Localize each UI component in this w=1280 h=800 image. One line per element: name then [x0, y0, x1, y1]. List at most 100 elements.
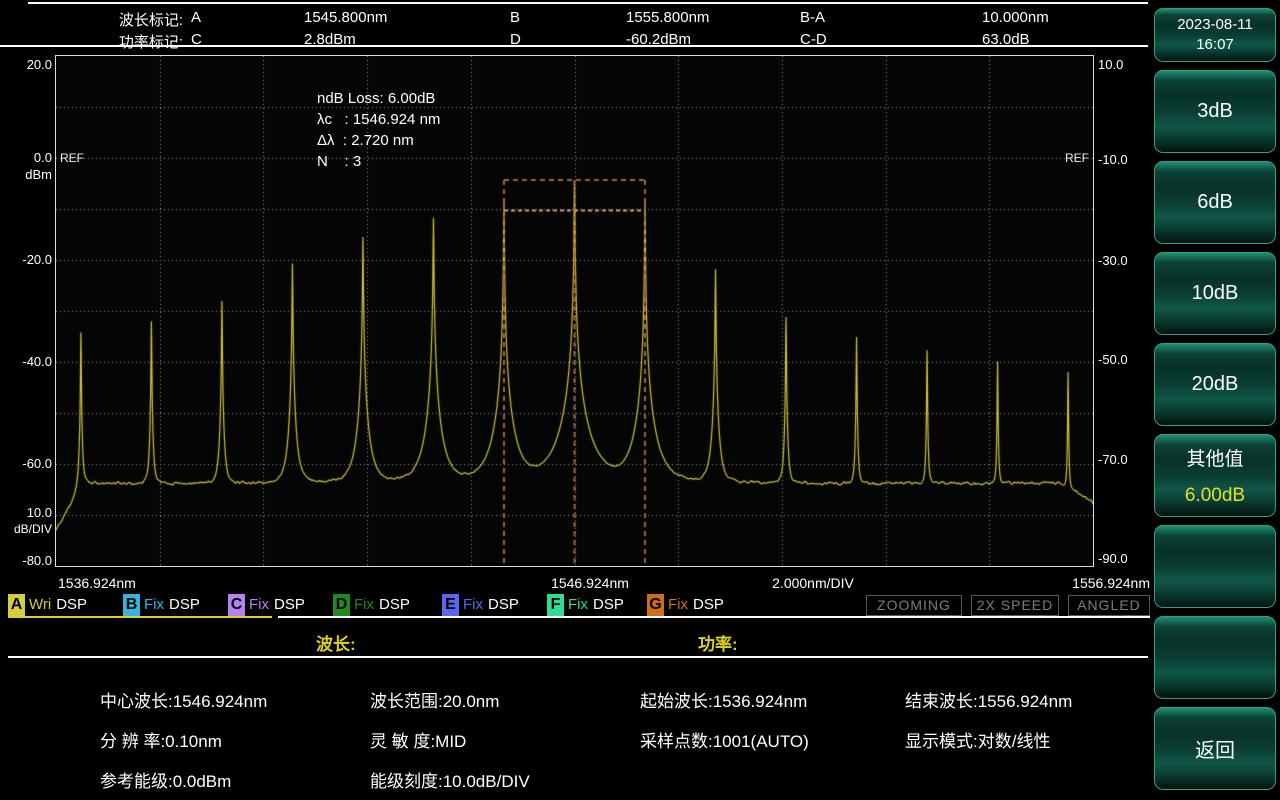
topbar-row1-label: 波长标记:	[118, 12, 183, 29]
softkey-label: 6dB	[1197, 191, 1233, 213]
time-text: 16:07	[1196, 36, 1234, 53]
trace-type-label: DSP	[693, 596, 724, 613]
datetime-display[interactable]: 2023-08-11 16:07	[1154, 8, 1276, 62]
topbar-row1-v2: 1555.800nm	[626, 9, 710, 26]
softkey-back[interactable]: 返回	[1154, 707, 1276, 790]
softkey-other-value[interactable]: 其他值 6.00dB	[1154, 434, 1276, 517]
topbar-row2-m1: C	[191, 31, 202, 48]
left-axis-label: 20.0	[26, 57, 52, 72]
param-readout: 起始波长:1536.924nm	[640, 692, 808, 711]
topbar-row2-m2: D	[510, 31, 521, 48]
trace-letter-badge: F	[547, 593, 564, 616]
param-readout: 能级刻度:10.0dB/DIV	[370, 772, 530, 791]
topbar-row2-v1: 2.8dBm	[304, 31, 356, 48]
ndb-analysis-annotation: ndB Loss: 6.00dB λc : 1546.924 nm Δλ : 2…	[317, 90, 441, 170]
right-axis-label: -50.0	[1098, 352, 1128, 367]
trace-selector-G[interactable]: G Fix DSP	[647, 593, 724, 616]
topbar-top-line	[28, 2, 1148, 4]
softkey-6db[interactable]: 6dB	[1154, 161, 1276, 244]
trace-selector-F[interactable]: F Fix DSP	[547, 593, 624, 616]
wavelength-section-header: 波长:	[316, 635, 356, 654]
softkey-label: 20dB	[1191, 373, 1239, 395]
trace-selector-C[interactable]: C Fix DSP	[228, 593, 305, 616]
topbar-row2-label: 功率标记:	[118, 34, 183, 51]
topbar-row2-m3: C-D	[800, 31, 827, 48]
x-center-label: 1546.924nm	[551, 575, 629, 591]
x-end-label: 1556.924nm	[1072, 575, 1150, 591]
right-axis-label: -10.0	[1098, 152, 1128, 167]
param-readout: 结束波长:1556.924nm	[905, 692, 1073, 711]
left-axis-label: dBm	[25, 167, 52, 182]
trace-selector-A[interactable]: A Wri DSP	[8, 593, 87, 616]
left-axis-label: 0.0	[33, 150, 52, 165]
topbar-row1-v1: 1545.800nm	[304, 9, 388, 26]
left-axis-label: -80.0	[22, 553, 52, 568]
trace-type-label: DSP	[488, 596, 519, 613]
trace-mode-label: Fix	[568, 596, 588, 613]
trace-mode-label: Wri	[29, 596, 52, 613]
right-axis-label: -70.0	[1098, 452, 1128, 467]
power-section-header: 功率:	[698, 635, 738, 654]
left-axis-label: 10.0	[26, 505, 52, 520]
softkey-10db[interactable]: 10dB	[1154, 252, 1276, 335]
topbar-row2-v2: -60.2dBm	[626, 31, 692, 48]
trace-letter-badge: D	[333, 593, 350, 616]
trace-mode-label: Fix	[668, 596, 688, 613]
trace-type-label: DSP	[593, 596, 624, 613]
trace-selector-D[interactable]: D Fix DSP	[333, 593, 410, 616]
param-readout: 波长范围:20.0nm	[370, 692, 500, 711]
status-button-zooming[interactable]: ZOOMING	[866, 595, 962, 616]
trace-letter-badge: E	[442, 593, 459, 616]
left-axis-label: -20.0	[22, 252, 52, 267]
trace-selector-E[interactable]: E Fix DSP	[442, 593, 519, 616]
trace-type-label: DSP	[56, 596, 88, 613]
right-axis-label: -30.0	[1098, 253, 1128, 268]
topbar-row1-v3: 10.000nm	[982, 9, 1049, 26]
spectrum-plot	[55, 55, 1094, 567]
other-value-label: 其他值	[1186, 449, 1244, 470]
topbar-row2-v3: 63.0dB	[982, 31, 1030, 48]
trace-mode-label: Fix	[463, 596, 483, 613]
topbar-row1-m1: A	[191, 9, 202, 26]
trace-type-label: DSP	[379, 596, 410, 613]
softkey-3db[interactable]: 3dB	[1154, 70, 1276, 153]
trace-selector-B[interactable]: B Fix DSP	[123, 593, 200, 616]
trace-mode-label: Fix	[144, 596, 164, 613]
spectrum-canvas[interactable]	[56, 56, 1093, 566]
softkey-label: 10dB	[1191, 282, 1239, 304]
active-trace-underline	[8, 616, 272, 618]
softkey-empty[interactable]	[1154, 616, 1276, 699]
trace-letter-badge: G	[647, 593, 664, 616]
topbar-row1-m3: B-A	[800, 9, 826, 26]
trace-type-label: DSP	[274, 596, 305, 613]
x-perdiv-label: 2.000nm/DIV	[772, 575, 854, 591]
trace-mode-label: Fix	[249, 596, 269, 613]
param-readout: 分 辨 率:0.10nm	[100, 732, 222, 751]
right-axis-label: 10.0	[1098, 57, 1124, 72]
x-start-label: 1536.924nm	[58, 575, 136, 591]
trace-mode-label: Fix	[354, 596, 374, 613]
status-button-angled[interactable]: ANGLED	[1068, 595, 1150, 616]
date-text: 2023-08-11	[1177, 16, 1253, 33]
topbar-row1-m2: B	[510, 9, 521, 26]
status-button-2x-speed[interactable]: 2X SPEED	[971, 595, 1059, 616]
param-readout: 灵 敏 度:MID	[370, 732, 467, 751]
back-label: 返回	[1195, 740, 1235, 762]
softkey-label: 3dB	[1197, 100, 1233, 122]
ref-marker-right: REF	[1065, 151, 1089, 165]
param-readout: 中心波长:1546.924nm	[100, 692, 268, 711]
other-value-amount: 6.00dB	[1184, 485, 1246, 506]
softkey-20db[interactable]: 20dB	[1154, 343, 1276, 426]
section-divider-line	[8, 656, 1148, 658]
trace-letter-badge: B	[123, 593, 140, 616]
param-readout: 参考能级:0.0dBm	[100, 772, 232, 791]
left-axis-label: dB/DIV	[13, 522, 52, 536]
trace-type-label: DSP	[169, 596, 200, 613]
right-axis-label: -90.0	[1098, 551, 1128, 566]
param-readout: 显示模式:对数/线性	[905, 732, 1051, 751]
softkey-empty[interactable]	[1154, 525, 1276, 608]
ref-marker-left: REF	[60, 151, 84, 165]
trace-letter-badge: C	[228, 593, 245, 616]
param-readout: 采样点数:1001(AUTO)	[640, 732, 809, 751]
left-axis-label: -40.0	[22, 354, 52, 369]
